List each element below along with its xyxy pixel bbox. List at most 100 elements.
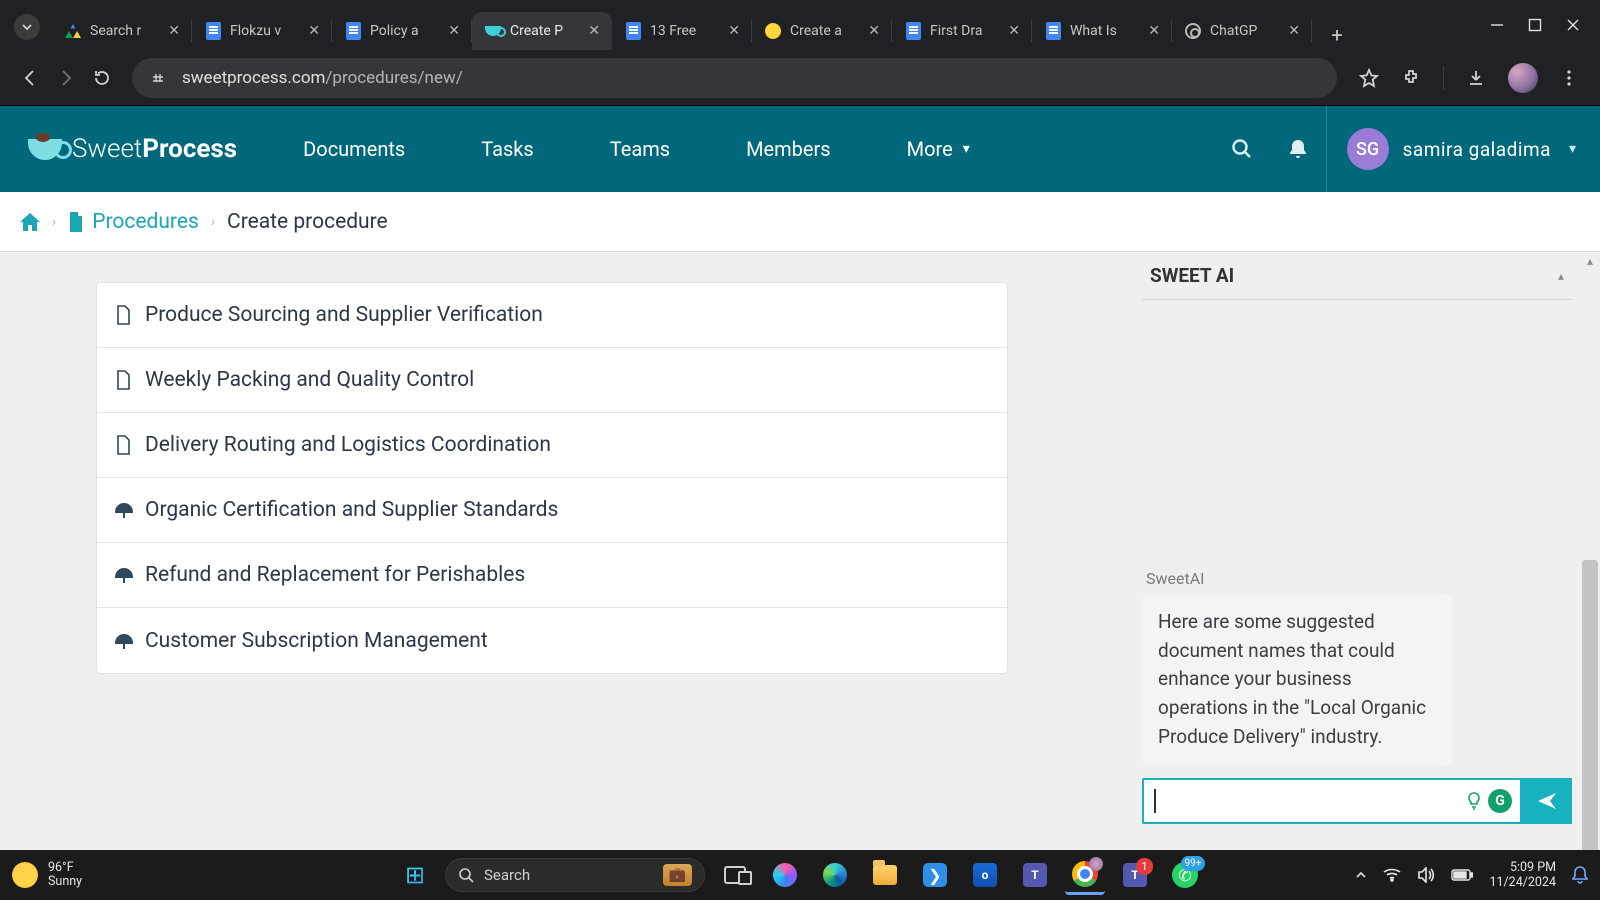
cup-icon [28,139,62,160]
browser-menu-button[interactable] [1560,69,1578,87]
notification-center-icon[interactable] [1572,866,1588,884]
downloads-icon[interactable] [1466,68,1486,88]
list-item[interactable]: Refund and Replacement for Perishables [97,543,1007,608]
scroll-up-arrow-icon[interactable]: ▴ [1580,254,1600,268]
ai-send-button[interactable] [1522,778,1572,824]
list-item[interactable]: Weekly Packing and Quality Control [97,348,1007,413]
close-icon[interactable]: ✕ [1008,23,1020,39]
whatsapp-button[interactable]: ✆ 99+ [1165,855,1205,895]
edge-button[interactable] [815,855,855,895]
tab-first-draft[interactable]: First Dra ✕ [892,12,1032,50]
tab-label: Create P [510,23,582,39]
windows-taskbar: 96°F Sunny ⊞ Search 💼 ❯ o T T 1 ✆ 99+ [0,850,1600,900]
browser-profile-avatar[interactable] [1508,63,1538,93]
weather-widget[interactable]: 96°F Sunny [12,861,82,890]
user-name-label: samira galadima [1403,138,1551,161]
text-cursor [1154,789,1156,813]
wifi-icon[interactable] [1383,868,1401,882]
breadcrumb-section-label: Procedures [92,210,199,234]
list-item[interactable]: Delivery Routing and Logistics Coordinat… [97,413,1007,478]
page-scrollbar[interactable]: ▴ [1580,252,1600,850]
taskbar-clock[interactable]: 5:09 PM 11/24/2024 [1489,860,1556,890]
back-button[interactable] [12,60,48,96]
home-icon[interactable] [20,213,40,231]
nav-members[interactable]: Members [708,106,869,192]
nav-tasks[interactable]: Tasks [443,106,572,192]
tab-13-free[interactable]: 13 Free ✕ [612,12,752,50]
ai-chat-input[interactable]: G [1142,778,1522,824]
list-item[interactable]: Organic Certification and Supplier Stand… [97,478,1007,543]
header-search-button[interactable] [1214,106,1270,192]
close-icon[interactable]: ✕ [1288,23,1300,39]
start-button[interactable]: ⊞ [395,855,435,895]
sweetprocess-logo[interactable]: SweetProcess [0,106,265,192]
battery-icon[interactable] [1451,869,1473,881]
document-icon [115,370,135,390]
close-icon[interactable]: ✕ [168,23,180,39]
forward-button[interactable] [48,60,84,96]
tab-create-procedure[interactable]: Create P ✕ [472,12,612,50]
google-docs-icon [344,22,362,40]
file-explorer-button[interactable] [865,855,905,895]
close-icon[interactable]: ✕ [868,23,880,39]
tab-list-dropdown-button[interactable] [14,14,40,40]
app-bird-button[interactable]: ❯ [915,855,955,895]
tab-what-is[interactable]: What Is ✕ [1032,12,1172,50]
lightbulb-icon[interactable] [1464,791,1484,811]
profile-overlay-icon [1089,857,1103,871]
google-docs-icon [204,22,222,40]
tab-flokzu[interactable]: Flokzu v ✕ [192,12,332,50]
nav-more[interactable]: More ▾ [869,106,1008,192]
teams-button[interactable]: T [1015,855,1055,895]
document-icon [115,305,135,325]
close-icon[interactable]: ✕ [728,23,740,39]
window-minimize-button[interactable] [1490,18,1504,32]
window-maximize-button[interactable] [1528,18,1542,32]
policy-icon [115,568,135,582]
grammarly-icon[interactable]: G [1488,789,1512,813]
site-info-icon[interactable] [148,68,168,88]
tab-policy[interactable]: Policy a ✕ [332,12,472,50]
close-icon[interactable]: ✕ [308,23,320,39]
tray-overflow-icon[interactable] [1355,869,1367,881]
task-view-button[interactable] [715,855,755,895]
chrome-button[interactable] [1065,855,1105,895]
bookmark-star-icon[interactable] [1359,68,1379,88]
scrollbar-thumb[interactable] [1582,560,1598,890]
collapse-up-icon[interactable]: ▴ [1558,269,1564,283]
tab-chatgpt[interactable]: ChatGP ✕ [1172,12,1312,50]
nav-teams[interactable]: Teams [572,106,708,192]
breadcrumb-separator: › [211,214,215,230]
user-menu[interactable]: SG samira galadima ▾ [1326,106,1600,192]
tab-create-a[interactable]: Create a ✕ [752,12,892,50]
taskbar-search[interactable]: Search 💼 [445,858,705,892]
search-icon [458,867,474,883]
list-item[interactable]: Produce Sourcing and Supplier Verificati… [97,283,1007,348]
volume-icon[interactable] [1417,867,1435,883]
nav-more-label: More [907,137,953,161]
chevron-down-icon: ▾ [1569,141,1576,157]
address-bar[interactable]: sweetprocess.com/procedures/new/ [132,58,1337,98]
nav-documents[interactable]: Documents [265,106,443,192]
extensions-icon[interactable] [1401,68,1421,88]
taskbar-search-placeholder: Search [484,866,530,884]
close-icon[interactable]: ✕ [448,23,460,39]
ai-sender-label: SweetAI [1142,569,1572,588]
breadcrumb-procedures-link[interactable]: Procedures [68,210,199,234]
close-icon[interactable]: ✕ [588,23,600,39]
window-close-button[interactable] [1566,18,1580,32]
reload-button[interactable] [84,60,120,96]
outlook-button[interactable]: o [965,855,1005,895]
teams-chat-button[interactable]: T 1 [1115,855,1155,895]
content-area: Produce Sourcing and Supplier Verificati… [0,252,1600,850]
breadcrumb-current: Create procedure [227,210,388,234]
app-header: SweetProcess Documents Tasks Teams Membe… [0,106,1600,192]
new-tab-button[interactable]: + [1322,20,1352,50]
close-icon[interactable]: ✕ [1148,23,1160,39]
copilot-button[interactable] [765,855,805,895]
tab-search-results[interactable]: Search r ✕ [52,12,192,50]
list-item[interactable]: Customer Subscription Management [97,608,1007,673]
notifications-button[interactable] [1270,106,1326,192]
sun-icon [12,862,38,888]
avatar: SG [1347,128,1389,170]
